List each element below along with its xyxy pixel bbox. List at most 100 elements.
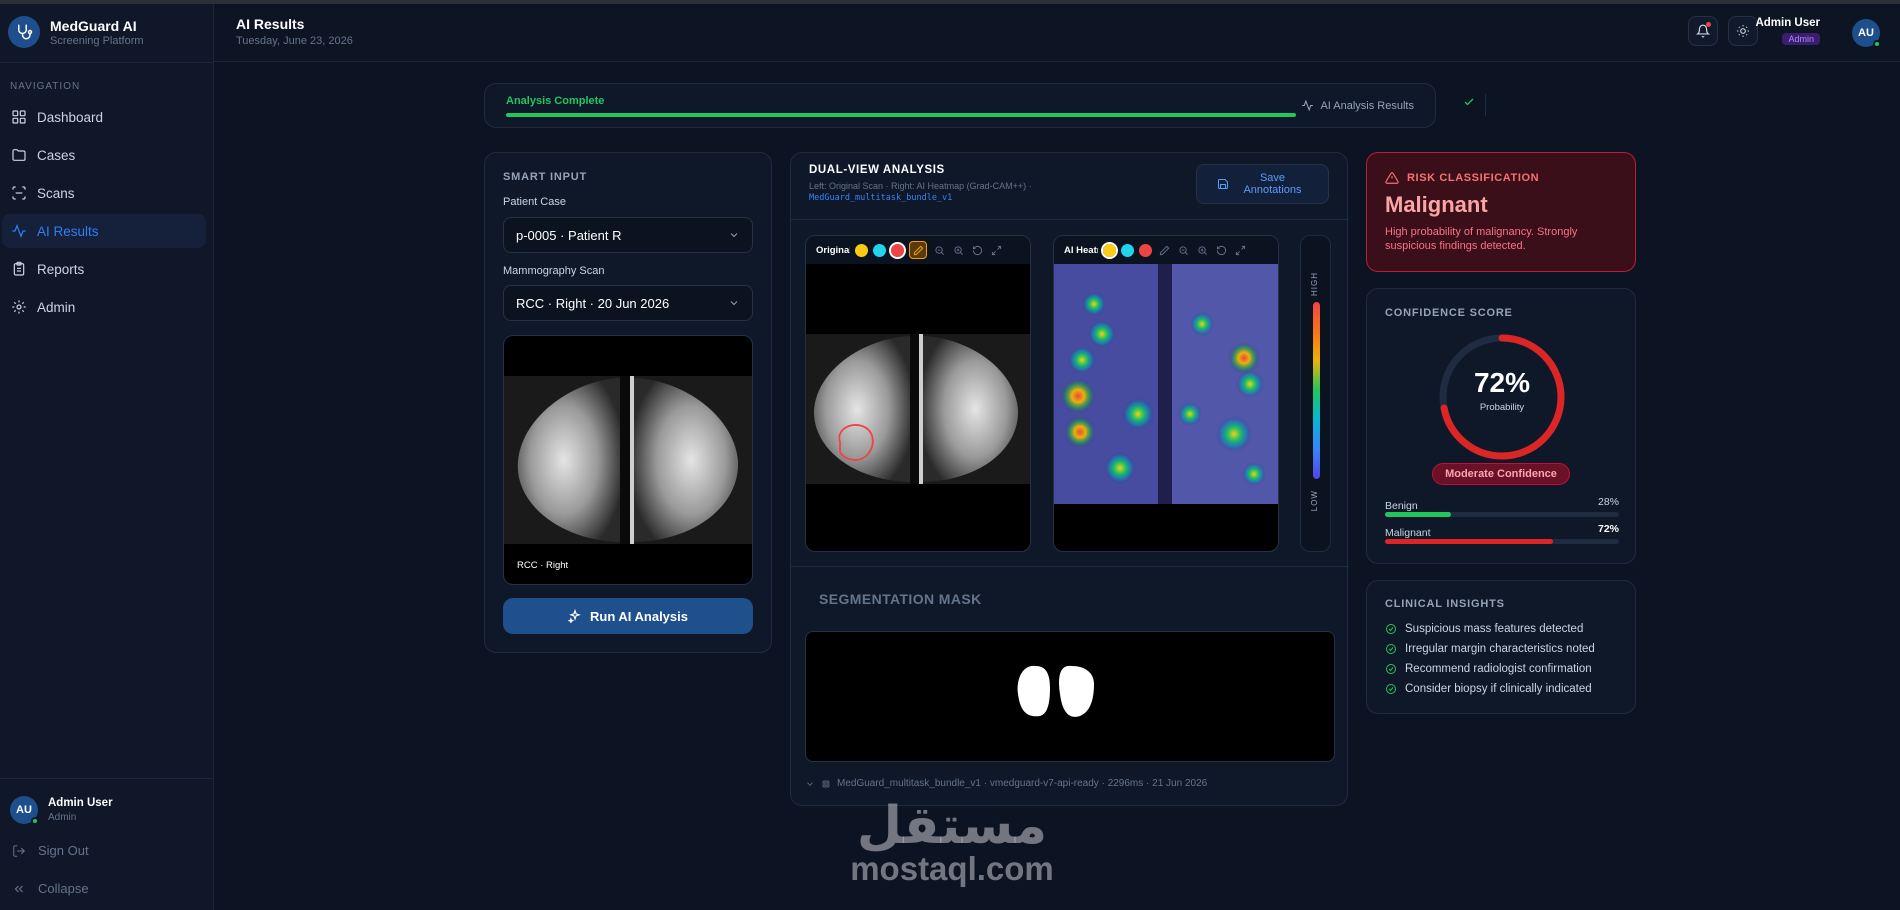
divider — [791, 566, 1349, 567]
collapse-button[interactable]: Collapse — [12, 881, 89, 896]
chevron-down-icon — [730, 233, 738, 238]
grid-icon — [12, 110, 26, 124]
zoom-in-icon[interactable] — [951, 243, 965, 257]
avatar[interactable]: AU — [1852, 19, 1881, 48]
divider — [0, 778, 214, 779]
cpu-icon — [822, 780, 830, 787]
brand[interactable]: MedGuard AI Screening Platform — [8, 16, 144, 48]
mammography-scan-select[interactable]: RCC · Right · 20 Jun 2026 — [503, 285, 753, 321]
sun-icon — [1737, 25, 1749, 37]
legend-low-label: LOW — [1310, 490, 1319, 512]
patient-case-select[interactable]: p-0005 · Patient R — [503, 217, 753, 253]
save-annotations-label: Save Annotations — [1243, 172, 1302, 196]
header-user[interactable]: Admin User Admin — [1755, 17, 1820, 47]
card-title: DUAL-VIEW ANALYSIS — [809, 164, 945, 176]
zoom-out-icon[interactable] — [932, 243, 946, 257]
run-ai-analysis-button[interactable]: Run AI Analysis — [503, 598, 753, 634]
notification-dot — [1706, 22, 1711, 27]
segmentation-title: SEGMENTATION MASK — [819, 591, 982, 607]
chevron-down-icon — [730, 301, 738, 306]
benign-probability: Benign 28% — [1385, 496, 1619, 517]
online-indicator — [1873, 40, 1881, 48]
reset-icon[interactable] — [1214, 243, 1228, 257]
segmentation-mask-viewer[interactable] — [805, 631, 1335, 762]
reset-icon[interactable] — [970, 243, 984, 257]
avatar-initials: AU — [16, 804, 32, 816]
progress-track — [506, 113, 1296, 117]
model-footer: MedGuard_multitask_bundle_v1 · vmedguard… — [805, 778, 1207, 789]
risk-label: RISK CLASSIFICATION — [1385, 171, 1539, 185]
color-swatch-cyan[interactable] — [873, 243, 886, 257]
scan-thumbnail[interactable]: RCC · Right — [503, 335, 753, 585]
color-swatch-yellow[interactable] — [855, 243, 868, 257]
brand-subtitle: Screening Platform — [50, 34, 144, 47]
check-circle-icon — [1386, 644, 1396, 654]
color-swatch-red[interactable] — [1139, 243, 1152, 257]
model-name: MedGuard_multitask_bundle_v1 — [809, 193, 953, 203]
malignant-fill — [1385, 539, 1554, 544]
risk-label-text: RISK CLASSIFICATION — [1407, 172, 1540, 184]
insights-list: Suspicious mass features detected Irregu… — [1385, 619, 1595, 699]
fullscreen-icon[interactable] — [989, 243, 1003, 257]
confidence-sublabel: Probability — [1479, 402, 1525, 413]
save-annotations-button[interactable]: Save Annotations — [1196, 164, 1329, 204]
benign-fill — [1385, 512, 1451, 517]
user-role: Admin — [48, 812, 77, 823]
sign-out-label: Sign Out — [38, 843, 89, 858]
sidebar-item-scans[interactable]: Scans — [2, 176, 206, 210]
sidebar-item-admin[interactable]: Admin — [2, 290, 206, 324]
zoom-in-icon[interactable] — [1195, 243, 1209, 257]
sidebar-item-label: Dashboard — [37, 109, 104, 125]
heatmap-viewer[interactable]: AI Heatmap — [1053, 235, 1279, 552]
risk-description: High probability of malignancy. Strongly… — [1385, 226, 1578, 252]
chevron-down-icon[interactable] — [805, 779, 815, 789]
malignant-probability: Malignant 72% — [1385, 523, 1619, 544]
heatmap-image — [1054, 264, 1278, 504]
confidence-score-card: CONFIDENCE SCORE 72% Probability Moderat… — [1366, 288, 1636, 564]
stethoscope-icon — [8, 16, 40, 48]
original-scan-viewer[interactable]: Original — [805, 235, 1031, 552]
sidebar-user[interactable]: AU Admin User Admin — [10, 796, 113, 825]
sidebar-item-dashboard[interactable]: Dashboard — [2, 100, 206, 134]
page-date: Tuesday, June 23, 2026 — [236, 35, 353, 47]
divider — [1485, 94, 1486, 116]
clipboard-icon — [13, 261, 25, 276]
color-swatch-red[interactable] — [889, 241, 906, 259]
card-subtitle: Left: Original Scan · Right: AI Heatmap … — [809, 181, 1032, 191]
benign-track — [1385, 512, 1619, 517]
card-title: SMART INPUT — [503, 171, 587, 183]
zoom-out-icon[interactable] — [1176, 243, 1190, 257]
card-title: CLINICAL INSIGHTS — [1385, 598, 1505, 610]
segmentation-mask-image — [1017, 665, 1094, 717]
sidebar-item-reports[interactable]: Reports — [2, 252, 206, 286]
run-ai-analysis-label: Run AI Analysis — [589, 608, 688, 624]
folder-icon — [12, 149, 26, 161]
model-footer-text: MedGuard_multitask_bundle_v1 · vmedguard… — [837, 778, 1208, 789]
header: AI Results Tuesday, June 23, 2026 Admin … — [214, 4, 1900, 62]
progress-step-label: AI Analysis Results — [1320, 99, 1414, 112]
sidebar-item-label: Cases — [37, 147, 76, 163]
pencil-icon[interactable] — [909, 241, 927, 259]
scan-icon — [12, 186, 26, 200]
pencil-icon[interactable] — [1157, 243, 1171, 257]
sign-out-button[interactable]: Sign Out — [12, 843, 89, 858]
notifications-button[interactable] — [1688, 16, 1718, 46]
chevrons-left-icon — [14, 885, 23, 892]
sparkles-icon — [567, 609, 581, 623]
list-item: Recommend radiologist confirmation — [1385, 659, 1595, 679]
page-title: AI Results — [236, 16, 305, 32]
fullscreen-icon[interactable] — [1233, 243, 1247, 257]
risk-classification-card: RISK CLASSIFICATION Malignant High proba… — [1366, 152, 1636, 272]
nav-heading: NAVIGATION — [10, 81, 81, 92]
sidebar-item-ai-results[interactable]: AI Results — [2, 214, 206, 248]
color-swatch-yellow[interactable] — [1101, 241, 1118, 259]
role-badge: Admin — [1782, 33, 1820, 45]
sidebar-item-cases[interactable]: Cases — [2, 138, 206, 172]
color-swatch-cyan[interactable] — [1121, 243, 1134, 257]
sidebar: MedGuard AI Screening Platform NAVIGATIO… — [0, 4, 214, 910]
analysis-progress: Analysis Complete AI Analysis Results — [484, 83, 1486, 128]
confidence-value: 72% — [1473, 367, 1531, 398]
heatmap-legend: HIGH LOW — [1300, 235, 1331, 552]
theme-toggle-button[interactable] — [1728, 16, 1758, 46]
confidence-badge: Moderate Confidence — [1432, 463, 1570, 485]
